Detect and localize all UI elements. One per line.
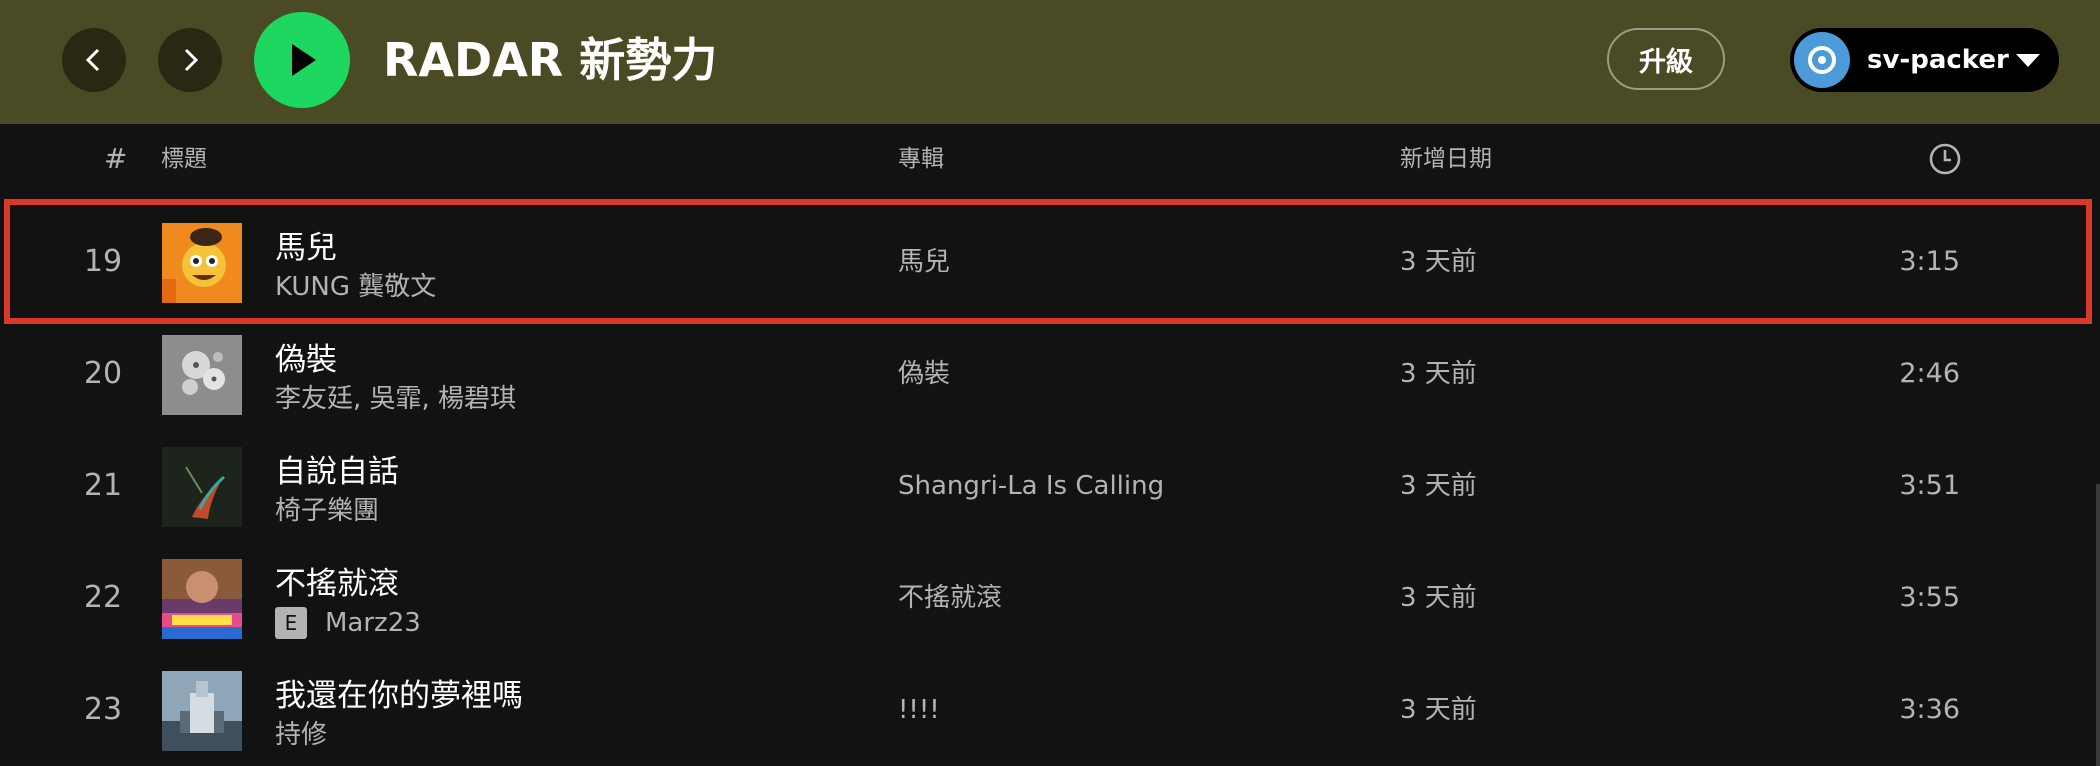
album-cover — [162, 559, 242, 639]
track-duration: 3:55 — [1899, 582, 1960, 613]
album-cover — [162, 223, 242, 303]
upgrade-button[interactable]: 升級 — [1607, 28, 1725, 90]
track-date-added: 3 天前 — [1400, 471, 1477, 501]
play-button[interactable] — [254, 12, 350, 108]
track-number: 23 — [83, 692, 123, 727]
header-album[interactable]: 專輯 — [898, 124, 944, 194]
user-icon — [1808, 46, 1836, 74]
caret-down-icon — [2016, 54, 2040, 67]
track-title[interactable]: 自說自話 — [275, 452, 399, 492]
track-artist[interactable]: 椅子樂團 — [275, 494, 379, 528]
track-row[interactable]: 20 偽裝 李友廷, 吳霏, 楊碧琪 偽裝 3 天前 2:46 — [0, 318, 2100, 430]
track-duration: 2:46 — [1899, 358, 1960, 389]
track-album[interactable]: Shangri-La Is Calling — [898, 430, 1164, 542]
track-duration: 3:51 — [1899, 470, 1960, 501]
play-icon — [292, 44, 316, 76]
track-album[interactable]: 偽裝 — [898, 318, 950, 430]
track-date-added: 3 天前 — [1400, 247, 1477, 277]
track-title[interactable]: 馬兒 — [275, 228, 337, 268]
track-artist[interactable]: 持修 — [275, 718, 327, 752]
back-button[interactable] — [62, 28, 126, 92]
header-date-added[interactable]: 新增日期 — [1400, 124, 1492, 194]
track-row[interactable]: 22 不搖就滾 E Marz23 不搖就滾 3 天前 3:55 — [0, 542, 2100, 654]
track-album[interactable]: 不搖就滾 — [898, 542, 1002, 654]
track-duration: 3:15 — [1899, 246, 1960, 277]
page-title: RADAR 新勢力 — [383, 33, 718, 87]
track-artist[interactable]: E Marz23 — [275, 606, 421, 640]
track-number: 21 — [83, 468, 123, 503]
chevron-left-icon — [85, 48, 100, 72]
album-cover — [162, 671, 242, 751]
table-header: # 標題 專輯 新增日期 — [0, 124, 2100, 194]
track-artist[interactable]: KUNG 龔敬文 — [275, 270, 436, 304]
artist-name[interactable]: 持修 — [275, 718, 327, 752]
track-duration: 3:36 — [1899, 694, 1960, 725]
explicit-badge: E — [275, 607, 307, 639]
track-title[interactable]: 不搖就滾 — [275, 564, 399, 604]
track-title[interactable]: 偽裝 — [275, 340, 337, 380]
artist-name[interactable]: KUNG 龔敬文 — [275, 270, 436, 304]
avatar — [1794, 32, 1850, 88]
track-number: 22 — [83, 580, 123, 615]
top-bar: RADAR 新勢力 升級 sv-packer — [0, 0, 2100, 124]
track-row[interactable]: 19 馬兒 KUNG 龔敬文 馬兒 3 天前 3:15 — [0, 206, 2100, 318]
username: sv-packer — [1867, 45, 2009, 75]
user-menu-button[interactable]: sv-packer — [1790, 28, 2059, 92]
forward-button[interactable] — [158, 28, 222, 92]
artist-name[interactable]: 李友廷, 吳霏, 楊碧琪 — [275, 382, 516, 416]
artist-name[interactable]: 椅子樂團 — [275, 494, 379, 528]
track-album[interactable]: 馬兒 — [898, 206, 950, 318]
header-number: # — [104, 142, 128, 175]
track-date-added: 3 天前 — [1400, 359, 1477, 389]
artist-name[interactable]: Marz23 — [325, 606, 421, 640]
album-cover — [162, 335, 242, 415]
track-artist[interactable]: 李友廷, 吳霏, 楊碧琪 — [275, 382, 516, 416]
track-title[interactable]: 我還在你的夢裡嗎 — [275, 676, 523, 716]
track-number: 20 — [83, 356, 123, 391]
track-date-added: 3 天前 — [1400, 695, 1477, 725]
track-date-added: 3 天前 — [1400, 583, 1477, 613]
track-album[interactable]: !!!! — [898, 654, 940, 766]
header-title[interactable]: 標題 — [161, 124, 207, 194]
header-duration[interactable] — [1928, 142, 1962, 176]
chevron-right-icon — [184, 48, 199, 72]
track-row[interactable]: 21 自說自話 椅子樂團 Shangri-La Is Calling 3 天前 … — [0, 430, 2100, 542]
album-cover — [162, 447, 242, 527]
clock-icon — [1929, 143, 1961, 175]
track-row[interactable]: 23 我還在你的夢裡嗎 持修 !!!! 3 天前 3:36 — [0, 654, 2100, 766]
track-number: 19 — [83, 244, 123, 279]
scrollbar[interactable] — [2096, 484, 2100, 766]
